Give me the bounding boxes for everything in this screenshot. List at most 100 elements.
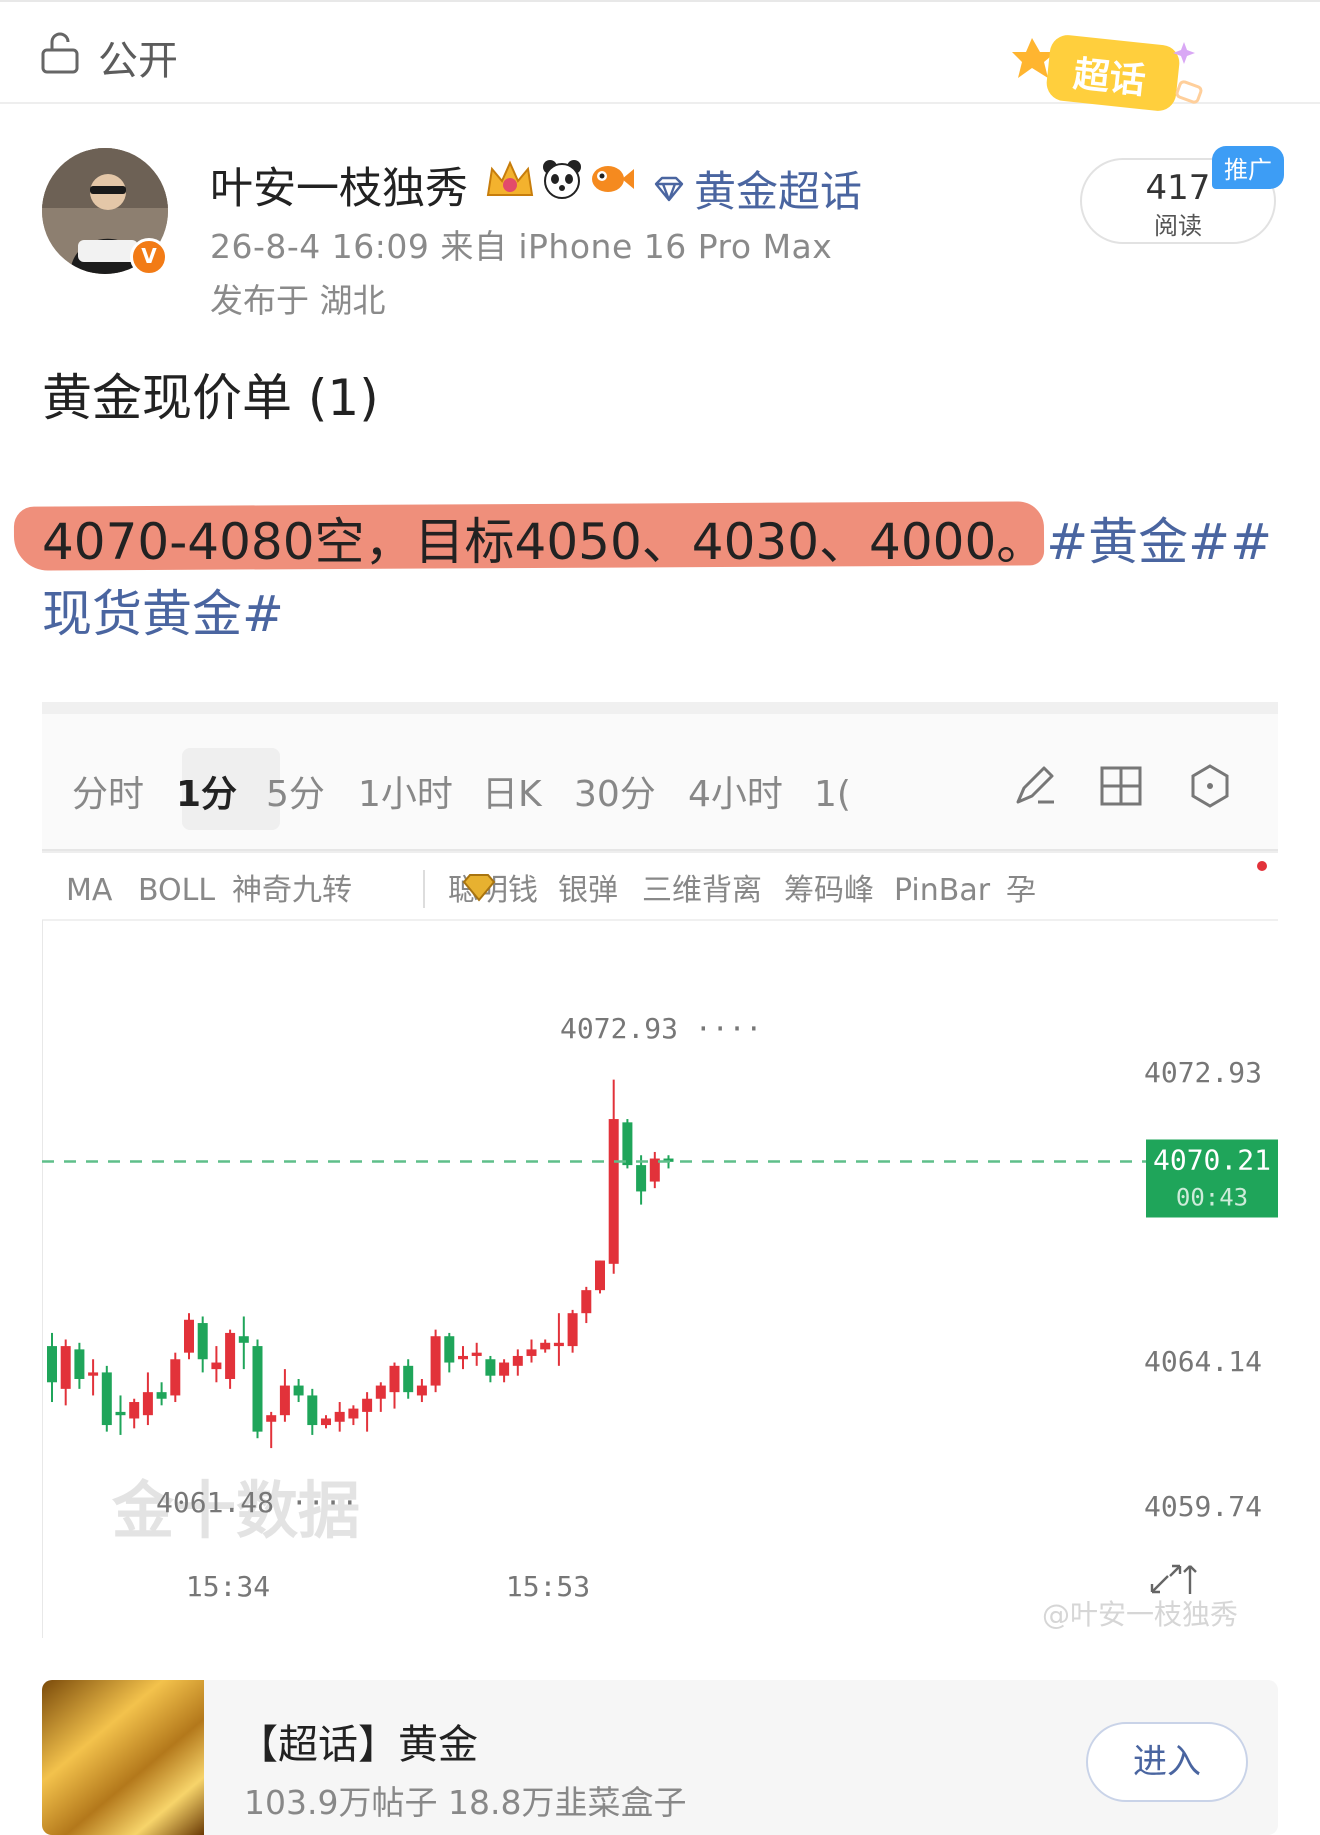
hashtag-link[interactable]: #黄金##	[1046, 513, 1272, 571]
candle-body	[156, 1392, 167, 1399]
topic-tag-label: 黄金超话	[694, 167, 863, 216]
countdown-label: 00:43	[1176, 1183, 1248, 1211]
timeframe-tab[interactable]: 分时	[72, 774, 144, 815]
fish-icon	[592, 166, 634, 192]
low-marker-label: 4061.48 ····	[156, 1486, 358, 1519]
indicator-chip[interactable]: 筹码峰	[784, 873, 874, 908]
privacy-label[interactable]: 公开	[98, 28, 178, 86]
price-tick-label: 4064.14	[1144, 1345, 1262, 1378]
candle-body	[334, 1411, 345, 1422]
candle-body	[266, 1415, 277, 1422]
candle-body	[279, 1385, 290, 1416]
candle-body	[348, 1408, 359, 1419]
credit-watermark: @叶安一枝独秀	[1042, 1598, 1238, 1631]
current-price-label: 4070.21	[1153, 1143, 1271, 1176]
author-name[interactable]: 叶安一枝独秀	[210, 154, 468, 216]
candle-body	[197, 1323, 208, 1360]
candle-body	[60, 1346, 71, 1389]
candle-body	[101, 1372, 112, 1426]
candle-body	[540, 1342, 551, 1350]
timeframe-tab[interactable]: 日K	[482, 774, 543, 815]
candle-body	[74, 1349, 85, 1379]
high-marker-label: 4072.93 ····	[560, 1012, 762, 1045]
price-tick-label: 4072.93	[1144, 1056, 1262, 1089]
gold-bars-thumbnail	[42, 1680, 204, 1835]
candle-body	[375, 1385, 386, 1399]
crown-icon	[486, 160, 534, 196]
candlestick-chart: 分时 1分 5分 1小时 日K 30分 4小时 1( MA BOLL 神奇九转 聪明钱 银弹 三维背离筹…	[42, 702, 1278, 1638]
enter-button[interactable]: 进入	[1086, 1722, 1248, 1802]
read-label: 阅读	[1154, 212, 1202, 240]
candle-body	[211, 1362, 222, 1370]
author-badges	[484, 154, 636, 204]
topic-tag[interactable]: 黄金超话	[652, 158, 862, 219]
candle-body	[129, 1402, 140, 1419]
post-trade-text: 4070-4080空，目标4050、4030、4000。	[42, 513, 1047, 571]
indicator-chip[interactable]: PinBar	[894, 873, 991, 908]
card-subtitle: 103.9万帖子 18.8万韭菜盒子	[244, 1783, 687, 1822]
post-title: 黄金现价单 (1)	[42, 369, 379, 427]
timeframe-tab[interactable]: 30分	[574, 774, 656, 815]
candle-body	[184, 1319, 194, 1353]
indicator-chip[interactable]: 孕	[1006, 873, 1036, 908]
promo-tag[interactable]: 推广	[1212, 146, 1284, 189]
candle-body	[485, 1359, 496, 1376]
candle-body	[512, 1355, 523, 1366]
candle-body	[499, 1362, 510, 1376]
indicator-chip[interactable]: 三维背离	[642, 873, 762, 908]
candle-body	[47, 1346, 57, 1383]
top-bar: 公开 超话	[0, 0, 1320, 111]
candle-body	[636, 1165, 647, 1192]
timeframe-tab[interactable]: 1小时	[358, 774, 453, 815]
candle-body	[115, 1411, 126, 1416]
indicator-chip[interactable]: 银弹	[558, 873, 618, 908]
unlock-icon	[41, 32, 79, 74]
candle-body	[403, 1365, 414, 1393]
candle-body	[307, 1395, 318, 1426]
card-title: 【超话】黄金	[238, 1722, 478, 1768]
timeframe-tab[interactable]: 1(	[814, 774, 851, 815]
candle-body	[608, 1119, 619, 1264]
time-axis-label: 15:34	[186, 1570, 270, 1603]
candle-body	[88, 1372, 99, 1376]
post-location: 发布于 湖北	[210, 281, 386, 320]
candle-body	[225, 1332, 236, 1379]
candle-body	[567, 1313, 578, 1347]
candle-body	[416, 1385, 427, 1396]
indicator-chip[interactable]: 神奇九转	[232, 873, 352, 908]
candle-body	[553, 1342, 564, 1347]
indicator-chip[interactable]: MA	[66, 873, 113, 908]
indicator-chip[interactable]: BOLL	[138, 873, 215, 908]
candle-body	[581, 1290, 592, 1314]
super-topic-label: 超话	[1071, 54, 1147, 102]
candle-body	[362, 1398, 373, 1412]
time-axis-label: 15:53	[506, 1570, 590, 1603]
expand-icon[interactable]	[1150, 1564, 1197, 1594]
panda-icon	[543, 160, 581, 199]
super-topic-card[interactable]: 【超话】黄金 103.9万帖子 18.8万韭菜盒子 进入	[42, 1680, 1278, 1835]
candle-body	[471, 1352, 482, 1356]
candle-body	[321, 1418, 331, 1426]
candle-body	[444, 1336, 455, 1363]
post-text-line: 4070-4080空，目标4050、4030、4000。#黄金##	[42, 502, 1272, 574]
indicator-chip[interactable]: 聪明钱	[448, 873, 538, 908]
candle-body	[252, 1346, 263, 1432]
hashtag-link-2[interactable]: 现货黄金#	[42, 574, 284, 646]
candle-body	[238, 1336, 249, 1343]
timeframe-tab[interactable]: 5分	[266, 774, 325, 815]
candle-body	[622, 1122, 633, 1166]
candle-body	[293, 1385, 304, 1396]
price-tick-label: 4059.74	[1144, 1490, 1262, 1523]
chart-image[interactable]: 分时 1分 5分 1小时 日K 30分 4小时 1( MA BOLL 神奇九转 聪明钱 银弹 三维背离筹…	[42, 702, 1278, 1638]
timeframe-tab[interactable]: 4小时	[688, 774, 783, 815]
candle-body	[526, 1349, 537, 1356]
candle-body	[458, 1355, 468, 1360]
candle-body	[595, 1260, 605, 1291]
verified-badge: V	[130, 238, 168, 276]
super-topic-badge[interactable]: 超话	[1008, 28, 1220, 118]
timeframe-tab[interactable]: 1分	[176, 774, 237, 815]
candle-body	[430, 1336, 441, 1386]
diamond-icon	[654, 176, 684, 201]
candle-body	[170, 1359, 181, 1396]
post-meta: 26-8-4 16:09 来自 iPhone 16 Pro Max	[210, 227, 833, 266]
